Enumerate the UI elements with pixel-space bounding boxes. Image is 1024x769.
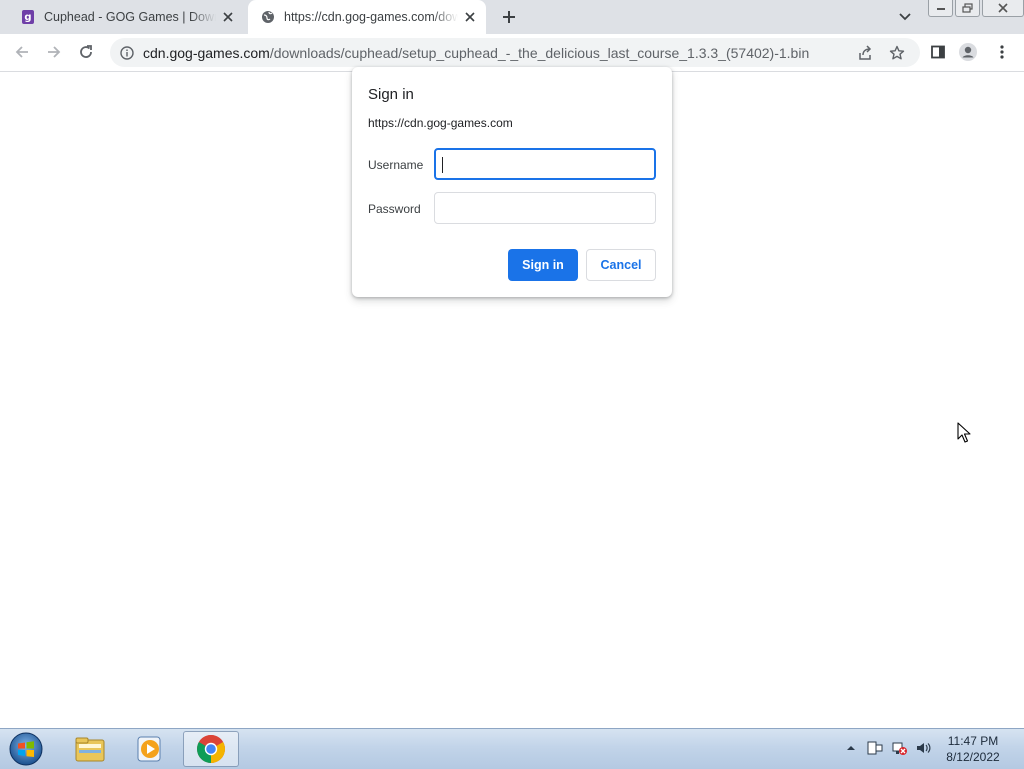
globe-icon — [260, 9, 276, 25]
taskbar-chrome[interactable] — [183, 731, 239, 767]
sign-in-button[interactable]: Sign in — [508, 249, 578, 281]
side-panel-icon — [931, 45, 945, 59]
close-tab-icon[interactable] — [462, 9, 478, 25]
tab-title: Cuphead - GOG Games | Download — [44, 10, 216, 24]
sign-in-dialog: Sign in https://cdn.gog-games.com Userna… — [352, 67, 672, 297]
chevron-up-icon — [847, 746, 855, 750]
share-icon[interactable] — [856, 44, 874, 62]
new-tab-button[interactable] — [498, 6, 520, 28]
arrow-right-icon — [48, 46, 61, 58]
back-button[interactable] — [12, 42, 32, 62]
clock-time: 11:47 PM — [947, 734, 999, 748]
taskbar: 11:47 PM 8/12/2022 — [0, 728, 1024, 769]
username-label: Username — [368, 158, 424, 172]
clock-date: 8/12/2022 — [946, 750, 1000, 764]
username-field[interactable] — [434, 148, 656, 180]
explorer-icon — [75, 737, 105, 762]
info-icon[interactable] — [119, 45, 135, 61]
dialog-title: Sign in — [368, 86, 414, 103]
action-center-icon[interactable] — [866, 739, 884, 757]
mouse-cursor-icon — [957, 422, 971, 443]
kebab-menu-icon — [1000, 45, 1004, 59]
window-controls — [928, 0, 1024, 18]
gog-icon: g — [20, 9, 36, 25]
text-caret — [442, 157, 443, 173]
menu-button[interactable] — [992, 42, 1012, 62]
minimize-button[interactable] — [928, 0, 953, 17]
tab-strip: g Cuphead - GOG Games | Download https:/… — [0, 0, 1024, 34]
clock[interactable]: 11:47 PM 8/12/2022 — [938, 733, 1008, 765]
close-window-button[interactable] — [982, 0, 1024, 17]
tab-search-button[interactable] — [896, 8, 914, 26]
start-button[interactable] — [6, 731, 46, 767]
arrow-left-icon — [15, 46, 28, 58]
plus-icon — [503, 11, 515, 23]
media-player-icon — [137, 736, 161, 762]
show-hidden-icons-button[interactable] — [842, 739, 860, 757]
dialog-origin: https://cdn.gog-games.com — [368, 116, 513, 130]
tab-title: https://cdn.gog-games.com/downloads/cuph… — [284, 10, 458, 24]
side-panel-button[interactable] — [928, 42, 948, 62]
reload-icon — [80, 45, 92, 58]
bookmark-star-icon[interactable] — [888, 44, 906, 62]
volume-icon[interactable] — [914, 739, 932, 757]
windows-start-orb-icon — [9, 732, 43, 766]
password-field[interactable] — [434, 192, 656, 224]
url-domain: cdn.gog-games.com — [143, 44, 270, 61]
address-bar[interactable]: cdn.gog-games.com/downloads/cuphead/setu… — [110, 38, 920, 67]
close-tab-icon[interactable] — [220, 9, 236, 25]
tab-cdn-download[interactable]: https://cdn.gog-games.com/downloads/cuph… — [248, 0, 486, 34]
url-text: cdn.gog-games.com/downloads/cuphead/setu… — [143, 45, 920, 61]
chevron-down-icon — [899, 13, 911, 21]
password-label: Password — [368, 202, 421, 216]
cancel-button[interactable]: Cancel — [586, 249, 656, 281]
avatar-icon — [959, 43, 977, 61]
url-path: /downloads/cuphead/setup_cuphead_-_the_d… — [269, 44, 810, 61]
taskbar-media-player[interactable] — [122, 731, 178, 767]
restore-button[interactable] — [955, 0, 980, 17]
network-disconnected-icon[interactable] — [890, 739, 908, 757]
forward-button[interactable] — [44, 42, 64, 62]
tab-cuphead-gog[interactable]: g Cuphead - GOG Games | Download — [8, 0, 244, 34]
profile-button[interactable] — [958, 42, 978, 62]
reload-button[interactable] — [76, 42, 96, 62]
chrome-icon — [197, 735, 225, 763]
taskbar-explorer[interactable] — [62, 731, 118, 767]
